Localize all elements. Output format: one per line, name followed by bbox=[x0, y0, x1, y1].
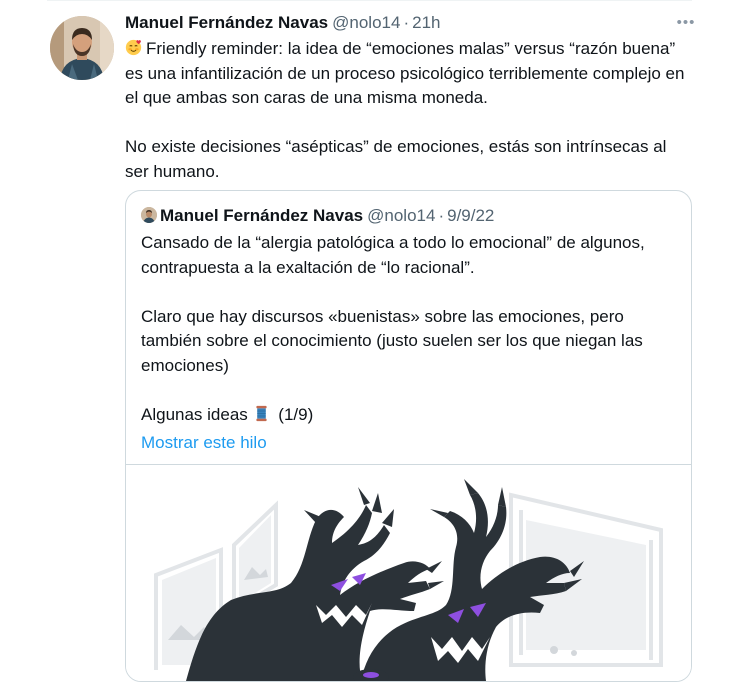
quoted-author-name[interactable]: Manuel Fernández Navas bbox=[160, 206, 363, 225]
quoted-header-separator: · bbox=[438, 206, 445, 225]
quoted-author-avatar bbox=[141, 207, 157, 223]
shadow-monsters-illustration bbox=[154, 479, 663, 681]
tweet-paragraph-1: Friendly reminder: la idea de “emociones… bbox=[125, 37, 685, 111]
quoted-tweet-date[interactable]: 9/9/22 bbox=[447, 206, 494, 225]
quoted-tweet-text: Cansado de la “alergia patológica a todo… bbox=[141, 231, 681, 427]
tweet-text: Friendly reminder: la idea de “emociones… bbox=[125, 37, 685, 184]
tweet-header: Manuel Fernández Navas @nolo14 · 21h bbox=[125, 12, 440, 34]
top-divider bbox=[47, 0, 692, 1]
author-name[interactable]: Manuel Fernández Navas bbox=[125, 13, 328, 32]
quoted-tweet-header: Manuel Fernández Navas @nolo14 · 9/9/22 bbox=[141, 205, 494, 227]
quoted-paragraph-2: Claro que hay discursos «buenistas» sobr… bbox=[141, 306, 643, 375]
more-options-button[interactable]: ••• bbox=[676, 14, 696, 32]
header-separator: · bbox=[403, 13, 410, 32]
quoted-tweet-card[interactable]: Manuel Fernández Navas @nolo14 · 9/9/22 Can… bbox=[125, 190, 692, 682]
quoted-paragraph-3-text: Algunas ideas bbox=[141, 404, 248, 424]
tweet-timestamp[interactable]: 21h bbox=[412, 13, 440, 32]
smiling-face-with-hearts-icon bbox=[125, 39, 142, 56]
quoted-paragraph-1: Cansado de la “alergia patológica a todo… bbox=[141, 233, 645, 277]
tweet-paragraph-2: No existe decisiones “asépticas” de emoc… bbox=[125, 137, 667, 181]
author-handle[interactable]: @nolo14 bbox=[332, 13, 400, 32]
more-horizontal-icon: ••• bbox=[676, 14, 696, 31]
show-thread-link[interactable]: Mostrar este hilo bbox=[141, 433, 267, 453]
author-avatar[interactable] bbox=[50, 16, 114, 80]
quoted-tweet-media[interactable] bbox=[126, 465, 691, 681]
tweet-paragraph-1-text: Friendly reminder: la idea de “emociones… bbox=[125, 39, 685, 107]
spool-of-thread-icon bbox=[253, 405, 270, 422]
quoted-paragraph-3: Algunas ideas (1/9) bbox=[141, 403, 681, 428]
quoted-author-handle[interactable]: @nolo14 bbox=[367, 206, 435, 225]
thread-count: (1/9) bbox=[278, 404, 314, 424]
